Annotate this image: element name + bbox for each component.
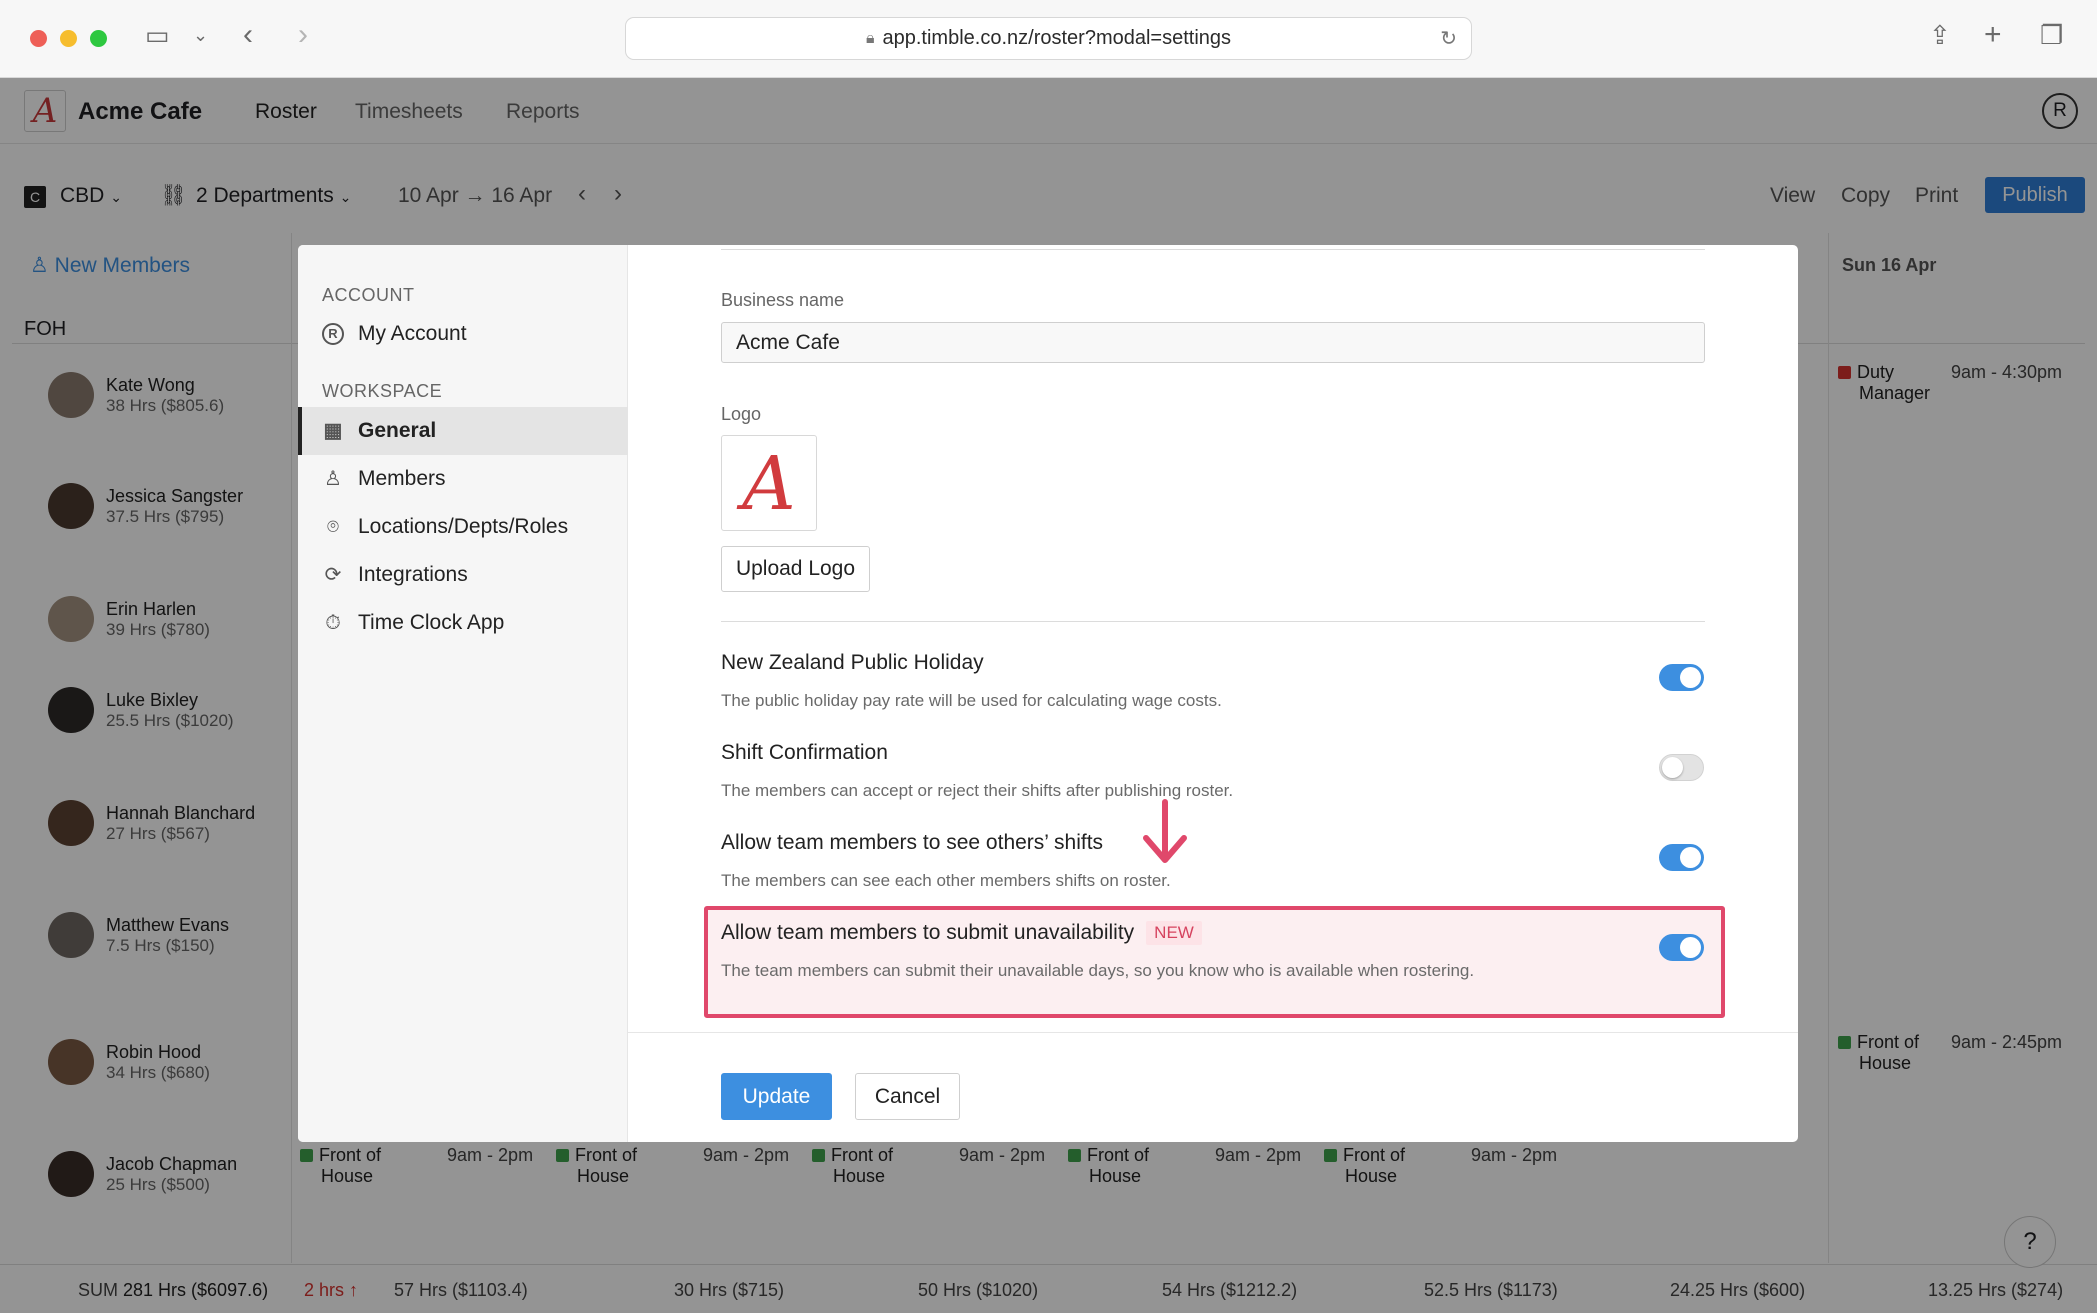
new-tab-icon[interactable]: + [1984, 20, 2002, 50]
option-description: The members can see each other members s… [721, 871, 1171, 890]
stopwatch-icon: ⏱︎ [325, 612, 341, 634]
chevron-down-icon[interactable]: ⌄ [193, 26, 208, 44]
option-title: Allow team members to see others’ shifts [721, 831, 1104, 854]
settings-sidebar: ACCOUNT R My Account WORKSPACE ▦ General… [298, 245, 628, 1142]
forward-icon[interactable]: › [298, 20, 308, 50]
public-holiday-toggle[interactable] [1659, 664, 1704, 691]
zoom-window-button[interactable] [90, 30, 107, 47]
see-others-shifts-toggle[interactable] [1659, 844, 1704, 871]
sidebar-item-label: Locations/Depts/Roles [358, 515, 569, 538]
logo-label: Logo [721, 404, 762, 424]
sidebar-item-label: Time Clock App [358, 611, 505, 634]
sidebar-item-members[interactable]: ♙ Members [298, 455, 628, 503]
sidebar-item-label: Integrations [358, 563, 468, 586]
down-arrow-icon [1140, 798, 1190, 866]
tabs-overview-icon[interactable]: ❐ [2040, 22, 2063, 48]
members-icon: ♙ [324, 468, 342, 490]
toggle-knob [1680, 847, 1701, 868]
cancel-button[interactable]: Cancel [855, 1073, 960, 1120]
option-title: Shift Confirmation [721, 741, 888, 764]
url-text: app.timble.co.nz/roster?modal=settings [882, 27, 1232, 49]
settings-modal: ACCOUNT R My Account WORKSPACE ▦ General… [298, 245, 1798, 1142]
sidebar-item-general[interactable]: ▦ General [298, 407, 628, 455]
logo-preview: A [721, 435, 817, 531]
close-window-button[interactable] [30, 30, 47, 47]
address-bar[interactable]: 🔒︎ app.timble.co.nz/roster?modal=setting… [625, 17, 1472, 60]
share-icon[interactable]: ⇪ [1929, 22, 1951, 48]
toggle-knob [1680, 667, 1701, 688]
sidebar-item-label: My Account [358, 322, 467, 345]
shift-confirmation-toggle[interactable] [1659, 754, 1704, 781]
section-divider [721, 621, 1705, 622]
sidebar-item-my-account[interactable]: R My Account [298, 310, 628, 358]
lock-icon: 🔒︎ [865, 29, 875, 47]
sync-icon: ⟳ [324, 564, 342, 586]
sidebar-item-integrations[interactable]: ⟳ Integrations [298, 551, 628, 599]
upload-logo-button[interactable]: Upload Logo [721, 546, 870, 592]
account-icon: R [322, 323, 344, 345]
back-icon[interactable]: ‹ [243, 20, 253, 50]
business-name-label: Business name [721, 290, 845, 310]
minimize-window-button[interactable] [60, 30, 77, 47]
toggle-knob [1662, 757, 1683, 778]
browser-toolbar: ▭ ⌄ ‹ › 🔒︎ app.timble.co.nz/roster?modal… [0, 0, 2097, 78]
section-account-heading: ACCOUNT [322, 285, 415, 305]
sidebar-item-time-clock[interactable]: ⏱︎ Time Clock App [298, 599, 628, 647]
settings-content: Business name Acme Cafe Logo A Upload Lo… [628, 245, 1798, 1142]
reload-icon[interactable]: ↻ [1440, 26, 1457, 51]
sidebar-item-label: General [358, 419, 437, 442]
sidebar-toggle-icon[interactable]: ▭ [145, 22, 170, 48]
option-title-row: Allow team members to submit unavailabil… [721, 921, 1202, 946]
option-description: The public holiday pay rate will be used… [721, 691, 1222, 710]
toggle-knob [1680, 937, 1701, 958]
option-description: The team members can submit their unavai… [721, 961, 1475, 980]
business-name-input[interactable]: Acme Cafe [721, 322, 1705, 363]
sidebar-item-label: Members [358, 467, 446, 490]
new-badge: NEW [1146, 921, 1202, 946]
building-icon: ▦ [323, 420, 343, 442]
top-divider [721, 249, 1705, 250]
location-icon: ⌾ [327, 516, 339, 538]
update-button[interactable]: Update [721, 1073, 832, 1120]
option-title: New Zealand Public Holiday [721, 651, 984, 674]
footer-divider [628, 1032, 1798, 1033]
app-page: A Acme Cafe Roster Timesheets Reports R … [0, 78, 2097, 1313]
option-title: Allow team members to submit unavailabil… [721, 921, 1135, 944]
sidebar-item-locations[interactable]: ⌾ Locations/Depts/Roles [298, 503, 628, 551]
section-workspace-heading: WORKSPACE [322, 381, 443, 401]
submit-unavailability-toggle[interactable] [1659, 934, 1704, 961]
